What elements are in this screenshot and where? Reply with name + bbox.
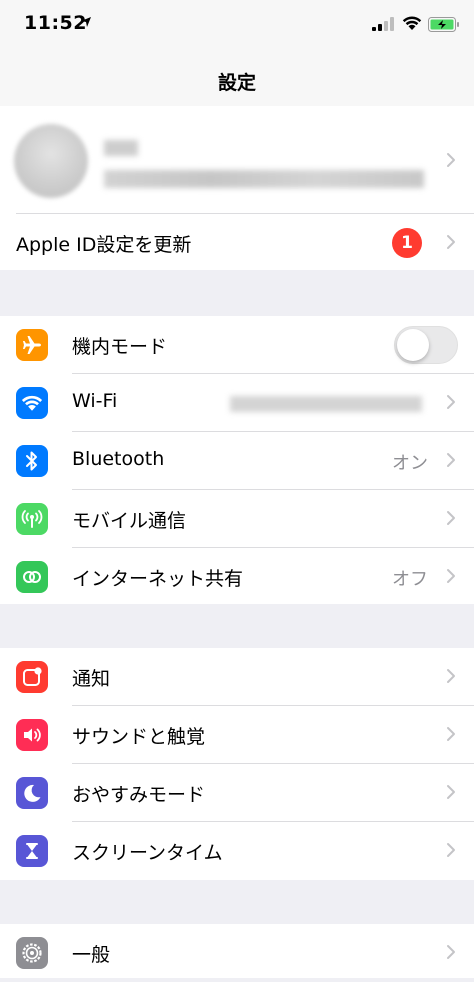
do-not-disturb-label: おやすみモード bbox=[72, 784, 206, 806]
gear-icon bbox=[16, 937, 48, 969]
avatar bbox=[14, 124, 88, 198]
speaker-icon bbox=[16, 719, 48, 751]
cellular-row[interactable]: モバイル通信 bbox=[0, 490, 474, 548]
sounds-haptics-label: サウンドと触覚 bbox=[72, 726, 206, 748]
profile-subtitle-redacted bbox=[104, 170, 424, 188]
hourglass-icon bbox=[16, 835, 48, 867]
chevron-right-icon bbox=[447, 669, 455, 683]
personal-hotspot-label: インターネット共有 bbox=[72, 568, 244, 590]
chevron-right-icon bbox=[447, 453, 455, 467]
wifi-icon bbox=[16, 387, 48, 419]
notifications-row[interactable]: 通知 bbox=[0, 648, 474, 706]
battery-icon bbox=[428, 17, 459, 32]
do-not-disturb-row[interactable]: おやすみモード bbox=[0, 764, 474, 822]
antenna-icon bbox=[16, 503, 48, 535]
personal-hotspot-row[interactable]: インターネット共有 オフ bbox=[0, 548, 474, 606]
airplane-mode-label: 機内モード bbox=[72, 336, 168, 358]
toggle-knob bbox=[397, 329, 429, 361]
airplane-mode-row: 機内モード bbox=[0, 316, 474, 374]
apple-id-profile-row[interactable] bbox=[0, 106, 474, 214]
location-arrow-icon bbox=[81, 17, 91, 27]
sounds-haptics-row[interactable]: サウンドと触覚 bbox=[0, 706, 474, 764]
notification-badge: 1 bbox=[392, 228, 422, 258]
bluetooth-status: オン bbox=[392, 453, 428, 474]
profile-name-redacted bbox=[104, 140, 138, 156]
chevron-right-icon bbox=[447, 785, 455, 799]
chevron-right-icon bbox=[447, 395, 455, 409]
airplane-mode-toggle[interactable] bbox=[394, 326, 458, 364]
chevron-right-icon bbox=[447, 569, 455, 583]
screen-time-label: スクリーンタイム bbox=[72, 842, 223, 864]
cellular-signal-icon bbox=[372, 17, 394, 31]
chevron-right-icon bbox=[447, 945, 455, 959]
general-row[interactable]: 一般 bbox=[0, 924, 474, 982]
notification-icon bbox=[16, 661, 48, 693]
notifications-group: 通知 サウンドと触覚 おやすみモード スクリーンタイム bbox=[0, 648, 474, 880]
wifi-status-icon bbox=[402, 16, 422, 30]
airplane-icon bbox=[16, 329, 48, 361]
personal-hotspot-status: オフ bbox=[392, 569, 428, 590]
moon-icon bbox=[16, 777, 48, 809]
link-icon bbox=[16, 561, 48, 593]
chevron-right-icon bbox=[447, 153, 455, 167]
status-bar: 11:52 bbox=[0, 0, 474, 50]
bluetooth-icon bbox=[16, 445, 48, 477]
general-group: 一般 bbox=[0, 924, 474, 978]
wifi-row[interactable]: Wi-Fi bbox=[0, 374, 474, 432]
cellular-label: モバイル通信 bbox=[72, 510, 187, 532]
profile-group: Apple ID設定を更新 1 bbox=[0, 106, 474, 270]
chevron-right-icon bbox=[447, 511, 455, 525]
bluetooth-label: Bluetooth bbox=[72, 448, 165, 470]
page-title: 設定 bbox=[217, 72, 256, 94]
chevron-right-icon bbox=[447, 727, 455, 741]
apple-id-update-label: Apple ID設定を更新 bbox=[16, 234, 192, 256]
chevron-right-icon bbox=[447, 235, 455, 249]
apple-id-update-row[interactable]: Apple ID設定を更新 1 bbox=[0, 214, 474, 272]
connectivity-group: 機内モード Wi-Fi Bluetooth オン モバイル通信 インターネット共… bbox=[0, 316, 474, 604]
wifi-network-name-redacted bbox=[230, 396, 422, 412]
chevron-right-icon bbox=[447, 843, 455, 857]
wifi-label: Wi-Fi bbox=[72, 390, 118, 412]
general-label: 一般 bbox=[72, 944, 111, 966]
navigation-bar: 設定 bbox=[0, 50, 474, 106]
screen-time-row[interactable]: スクリーンタイム bbox=[0, 822, 474, 880]
status-time: 11:52 bbox=[24, 12, 87, 34]
notifications-label: 通知 bbox=[72, 668, 111, 690]
bluetooth-row[interactable]: Bluetooth オン bbox=[0, 432, 474, 490]
